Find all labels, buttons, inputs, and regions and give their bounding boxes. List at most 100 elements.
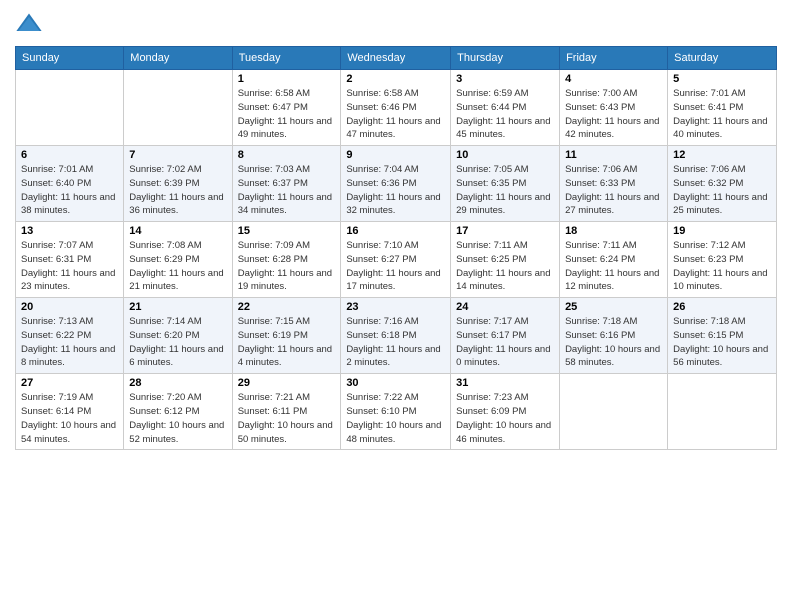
day-info: Sunrise: 7:05 AM Sunset: 6:35 PM Dayligh… [456, 163, 554, 218]
calendar-cell: 6 Sunrise: 7:01 AM Sunset: 6:40 PM Daylig… [16, 146, 124, 222]
calendar-cell: 14Sunrise: 7:08 AM Sunset: 6:29 PM Dayli… [124, 222, 232, 298]
day-info: Sunrise: 7:09 AM Sunset: 6:28 PM Dayligh… [238, 239, 336, 294]
day-header-sunday: Sunday [16, 47, 124, 70]
calendar-week-row: 13 Sunrise: 7:07 AM Sunset: 6:31 PM Dayli… [16, 222, 777, 298]
day-info: Sunrise: 7:18 AM Sunset: 6:15 PM Dayligh… [673, 315, 771, 370]
calendar-cell: 27 Sunrise: 7:19 AM Sunset: 6:14 PM Dayli… [16, 374, 124, 450]
calendar-header-row: SundayMondayTuesdayWednesdayThursdayFrid… [16, 47, 777, 70]
calendar-cell [16, 70, 124, 146]
calendar-cell: 1 Sunrise: 6:58 AM Sunset: 6:47 PM Daylig… [232, 70, 341, 146]
day-number: 13 [21, 225, 118, 237]
day-info: Sunrise: 7:14 AM Sunset: 6:20 PM Dayligh… [129, 315, 226, 370]
header [15, 10, 777, 38]
calendar-cell [560, 374, 668, 450]
day-info: Sunrise: 6:59 AM Sunset: 6:44 PM Dayligh… [456, 87, 554, 142]
day-number: 18 [565, 225, 662, 237]
day-number: 6 [21, 149, 118, 161]
calendar-cell: 28 Sunrise: 7:20 AM Sunset: 6:12 PM Dayli… [124, 374, 232, 450]
day-number: 12 [673, 149, 771, 161]
day-header-wednesday: Wednesday [341, 47, 451, 70]
page: SundayMondayTuesdayWednesdayThursdayFrid… [0, 0, 792, 612]
day-header-tuesday: Tuesday [232, 47, 341, 70]
day-number: 9 [346, 149, 445, 161]
day-info: Sunrise: 7:19 AM Sunset: 6:14 PM Dayligh… [21, 391, 118, 446]
day-info: Sunrise: 7:04 AM Sunset: 6:36 PM Dayligh… [346, 163, 445, 218]
day-number: 17 [456, 225, 554, 237]
day-number: 28 [129, 377, 226, 389]
calendar-cell: 12 Sunrise: 7:06 AM Sunset: 6:32 PM Dayli… [668, 146, 777, 222]
calendar-cell: 26Sunrise: 7:18 AM Sunset: 6:15 PM Dayli… [668, 298, 777, 374]
day-info: Sunrise: 7:00 AM Sunset: 6:43 PM Dayligh… [565, 87, 662, 142]
day-number: 11 [565, 149, 662, 161]
day-info: Sunrise: 7:20 AM Sunset: 6:12 PM Dayligh… [129, 391, 226, 446]
day-info: Sunrise: 6:58 AM Sunset: 6:47 PM Dayligh… [238, 87, 336, 142]
day-info: Sunrise: 7:15 AM Sunset: 6:19 PM Dayligh… [238, 315, 336, 370]
day-info: Sunrise: 7:17 AM Sunset: 6:17 PM Dayligh… [456, 315, 554, 370]
day-number: 16 [346, 225, 445, 237]
day-header-saturday: Saturday [668, 47, 777, 70]
calendar-table: SundayMondayTuesdayWednesdayThursdayFrid… [15, 46, 777, 450]
day-info: Sunrise: 7:08 AM Sunset: 6:29 PM Dayligh… [129, 239, 226, 294]
day-info: Sunrise: 7:07 AM Sunset: 6:31 PM Dayligh… [21, 239, 118, 294]
day-info: Sunrise: 7:02 AM Sunset: 6:39 PM Dayligh… [129, 163, 226, 218]
calendar-week-row: 27 Sunrise: 7:19 AM Sunset: 6:14 PM Dayli… [16, 374, 777, 450]
day-number: 19 [673, 225, 771, 237]
calendar-cell: 18 Sunrise: 7:11 AM Sunset: 6:24 PM Dayli… [560, 222, 668, 298]
calendar-cell: 25 Sunrise: 7:18 AM Sunset: 6:16 PM Dayli… [560, 298, 668, 374]
day-info: Sunrise: 7:13 AM Sunset: 6:22 PM Dayligh… [21, 315, 118, 370]
calendar-cell: 17 Sunrise: 7:11 AM Sunset: 6:25 PM Dayli… [451, 222, 560, 298]
day-number: 24 [456, 301, 554, 313]
day-info: Sunrise: 7:22 AM Sunset: 6:10 PM Dayligh… [346, 391, 445, 446]
day-number: 2 [346, 73, 445, 85]
day-info: Sunrise: 7:06 AM Sunset: 6:33 PM Dayligh… [565, 163, 662, 218]
calendar-cell [124, 70, 232, 146]
calendar-cell: 30Sunrise: 7:22 AM Sunset: 6:10 PM Dayli… [341, 374, 451, 450]
calendar-cell: 10Sunrise: 7:05 AM Sunset: 6:35 PM Dayli… [451, 146, 560, 222]
calendar-cell: 22 Sunrise: 7:15 AM Sunset: 6:19 PM Dayli… [232, 298, 341, 374]
calendar-week-row: 6 Sunrise: 7:01 AM Sunset: 6:40 PM Daylig… [16, 146, 777, 222]
calendar-cell: 20 Sunrise: 7:13 AM Sunset: 6:22 PM Dayli… [16, 298, 124, 374]
calendar-cell: 29Sunrise: 7:21 AM Sunset: 6:11 PM Dayli… [232, 374, 341, 450]
calendar-cell: 23Sunrise: 7:16 AM Sunset: 6:18 PM Dayli… [341, 298, 451, 374]
day-header-monday: Monday [124, 47, 232, 70]
day-info: Sunrise: 7:10 AM Sunset: 6:27 PM Dayligh… [346, 239, 445, 294]
day-info: Sunrise: 7:01 AM Sunset: 6:40 PM Dayligh… [21, 163, 118, 218]
day-info: Sunrise: 7:06 AM Sunset: 6:32 PM Dayligh… [673, 163, 771, 218]
calendar-cell: 31Sunrise: 7:23 AM Sunset: 6:09 PM Dayli… [451, 374, 560, 450]
calendar-cell: 7 Sunrise: 7:02 AM Sunset: 6:39 PM Daylig… [124, 146, 232, 222]
calendar-week-row: 20 Sunrise: 7:13 AM Sunset: 6:22 PM Dayli… [16, 298, 777, 374]
day-number: 8 [238, 149, 336, 161]
day-info: Sunrise: 6:58 AM Sunset: 6:46 PM Dayligh… [346, 87, 445, 142]
day-number: 15 [238, 225, 336, 237]
calendar-week-row: 1 Sunrise: 6:58 AM Sunset: 6:47 PM Daylig… [16, 70, 777, 146]
day-header-thursday: Thursday [451, 47, 560, 70]
day-number: 20 [21, 301, 118, 313]
day-number: 31 [456, 377, 554, 389]
calendar-cell: 3 Sunrise: 6:59 AM Sunset: 6:44 PM Daylig… [451, 70, 560, 146]
day-number: 7 [129, 149, 226, 161]
day-number: 3 [456, 73, 554, 85]
calendar-cell: 15 Sunrise: 7:09 AM Sunset: 6:28 PM Dayli… [232, 222, 341, 298]
calendar-cell: 19 Sunrise: 7:12 AM Sunset: 6:23 PM Dayli… [668, 222, 777, 298]
day-info: Sunrise: 7:12 AM Sunset: 6:23 PM Dayligh… [673, 239, 771, 294]
day-info: Sunrise: 7:11 AM Sunset: 6:24 PM Dayligh… [565, 239, 662, 294]
calendar-cell: 5Sunrise: 7:01 AM Sunset: 6:41 PM Daylig… [668, 70, 777, 146]
day-number: 25 [565, 301, 662, 313]
day-header-friday: Friday [560, 47, 668, 70]
calendar-cell: 13 Sunrise: 7:07 AM Sunset: 6:31 PM Dayli… [16, 222, 124, 298]
day-number: 1 [238, 73, 336, 85]
day-info: Sunrise: 7:18 AM Sunset: 6:16 PM Dayligh… [565, 315, 662, 370]
day-number: 29 [238, 377, 336, 389]
day-number: 27 [21, 377, 118, 389]
logo-icon [15, 10, 43, 38]
day-number: 5 [673, 73, 771, 85]
day-number: 23 [346, 301, 445, 313]
day-info: Sunrise: 7:11 AM Sunset: 6:25 PM Dayligh… [456, 239, 554, 294]
day-info: Sunrise: 7:03 AM Sunset: 6:37 PM Dayligh… [238, 163, 336, 218]
calendar-cell: 16 Sunrise: 7:10 AM Sunset: 6:27 PM Dayli… [341, 222, 451, 298]
calendar-cell: 9 Sunrise: 7:04 AM Sunset: 6:36 PM Daylig… [341, 146, 451, 222]
calendar-cell: 2 Sunrise: 6:58 AM Sunset: 6:46 PM Daylig… [341, 70, 451, 146]
calendar-cell: 24 Sunrise: 7:17 AM Sunset: 6:17 PM Dayli… [451, 298, 560, 374]
day-number: 22 [238, 301, 336, 313]
logo [15, 10, 47, 38]
